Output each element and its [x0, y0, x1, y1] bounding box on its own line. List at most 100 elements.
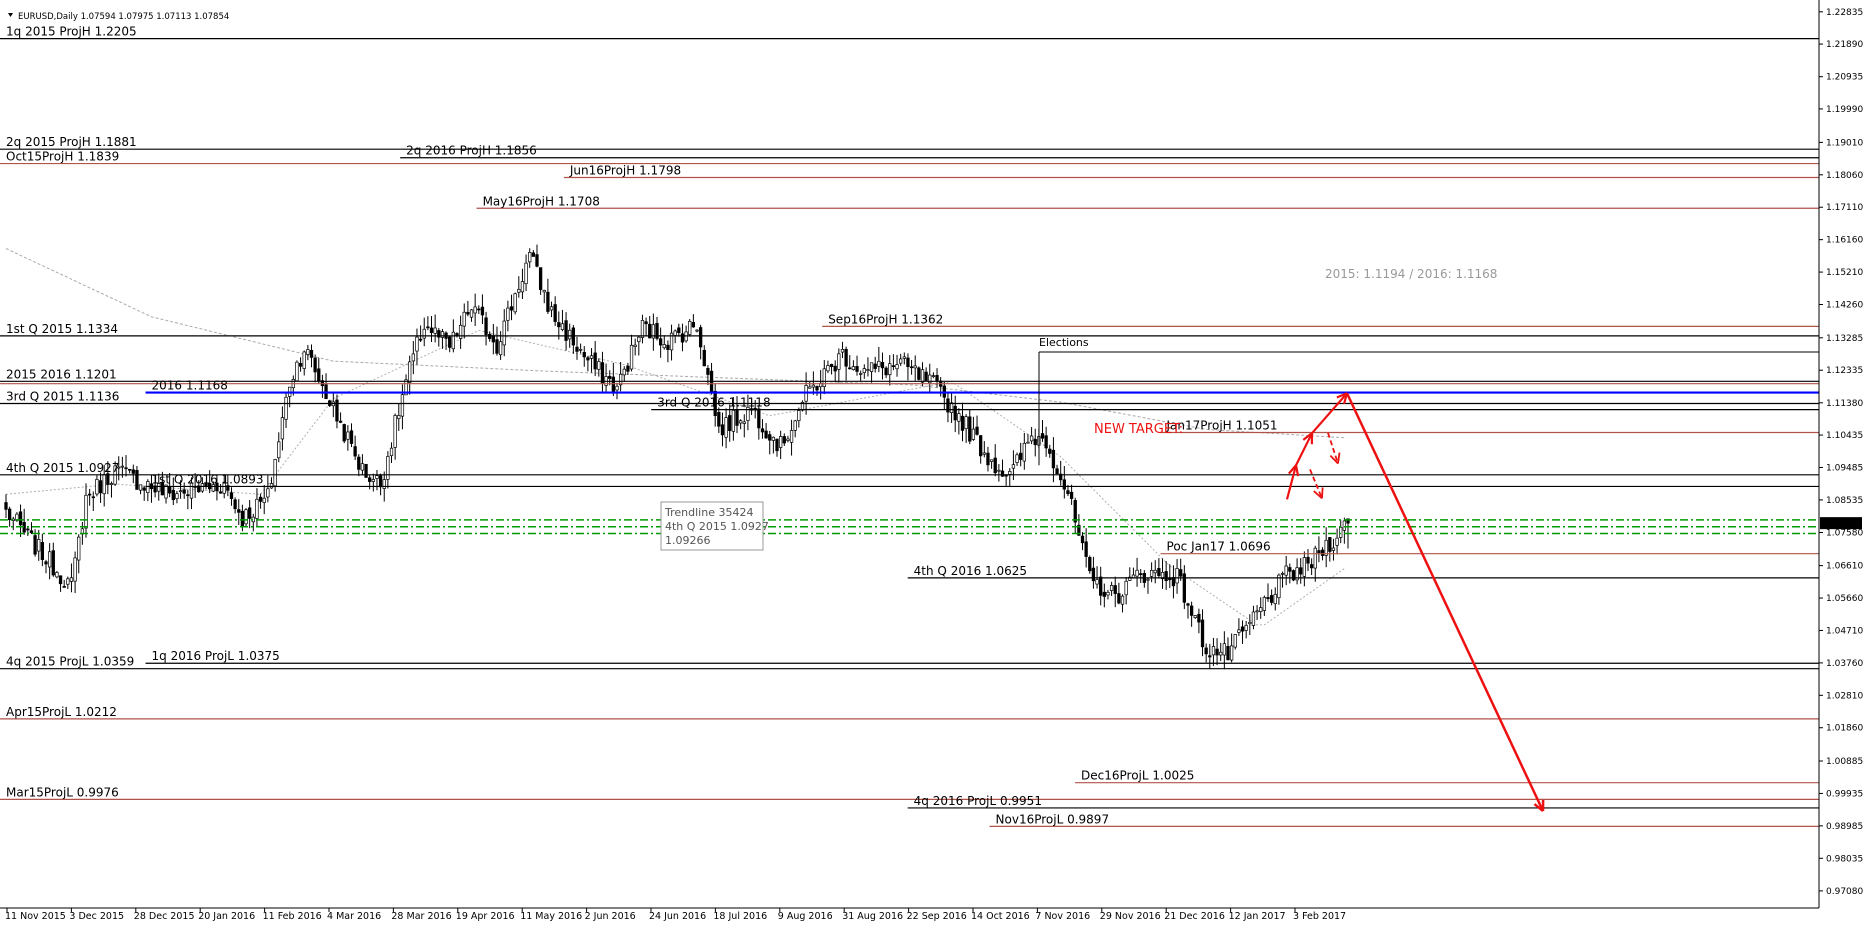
candle-body — [1164, 571, 1168, 582]
candle-body — [280, 417, 285, 440]
candle-body — [364, 463, 368, 478]
candle-body — [178, 490, 183, 493]
candle-body — [1171, 577, 1176, 587]
candle-body — [298, 363, 303, 367]
candle-body — [1084, 541, 1088, 557]
candle-body — [135, 469, 139, 490]
candle-body — [786, 438, 790, 441]
price-tick-label: 1.07580 — [1826, 529, 1863, 539]
date-tick-label: 28 Mar 2016 — [391, 911, 451, 922]
price-tick-label: 1.18060 — [1826, 171, 1863, 181]
candle-body — [1320, 549, 1325, 556]
candle-body — [1309, 564, 1314, 569]
candle-body — [273, 459, 277, 487]
trendline-tooltip: Trendline 35424 4th Q 2015 1.0927 1.0926… — [660, 501, 769, 551]
date-tick-label: 29 Nov 2016 — [1100, 911, 1161, 922]
price-tick-label: 1.22835 — [1826, 8, 1863, 18]
level-label: Poc Jan17 1.0696 — [1167, 540, 1271, 554]
candle-body — [1244, 624, 1248, 631]
candle-body — [233, 499, 237, 510]
candle-body — [295, 361, 299, 382]
candle-body — [1153, 569, 1157, 574]
elections-label: Elections — [1039, 336, 1089, 349]
candle-body — [87, 493, 92, 496]
candle-body — [146, 481, 150, 493]
candle-body — [695, 329, 699, 332]
candle-body — [229, 492, 234, 499]
candle-body — [597, 361, 601, 370]
candle-body — [55, 572, 59, 578]
candle-body — [553, 304, 557, 322]
candle-body — [4, 502, 8, 510]
price-tick-label: 1.11380 — [1826, 399, 1863, 409]
date-tick-label: 14 Oct 2016 — [971, 911, 1030, 922]
candle-body — [1175, 568, 1179, 584]
candle-body — [1197, 613, 1201, 623]
candle-body — [284, 396, 288, 420]
candle-body — [637, 336, 641, 343]
candle-body — [408, 361, 412, 383]
candle-body — [1157, 568, 1161, 576]
tooltip-line-1: Trendline 35424 — [664, 506, 753, 519]
candle-body — [262, 497, 266, 503]
price-tick-label: 1.00885 — [1826, 757, 1863, 767]
price-tick-label: 1.14260 — [1826, 301, 1863, 311]
candle-body — [979, 435, 983, 457]
candle-body — [37, 539, 41, 552]
candle-body — [949, 402, 954, 413]
price-tick-label: 1.04710 — [1826, 626, 1863, 636]
candle-body — [1022, 442, 1026, 462]
candle-body — [960, 415, 965, 431]
candle-body — [1186, 603, 1190, 606]
candle-body — [77, 536, 81, 561]
candle-body — [899, 358, 903, 364]
date-tick-label: 11 Feb 2016 — [263, 911, 322, 922]
candle-body — [1284, 565, 1288, 576]
candle-body — [462, 311, 466, 327]
candle-body — [1269, 595, 1274, 603]
candle-body — [473, 306, 477, 314]
candle-body — [186, 494, 190, 497]
candle-body — [495, 339, 499, 354]
candle-body — [644, 321, 648, 325]
candle-body — [764, 430, 768, 439]
candle-body — [469, 309, 474, 318]
candle — [688, 318, 692, 337]
candle-body — [542, 289, 546, 293]
candle-body — [833, 365, 837, 372]
candle-body — [397, 415, 401, 419]
candle-body — [920, 369, 925, 383]
level-label: 2016 1.1168 — [152, 379, 228, 393]
candle-body — [524, 262, 528, 285]
candle-body — [84, 494, 88, 529]
candle-body — [1066, 490, 1070, 494]
candle-body — [964, 416, 968, 429]
candle-body — [477, 308, 481, 311]
candle-body — [480, 306, 485, 316]
candle-body — [913, 365, 917, 369]
candle-body — [218, 491, 223, 494]
candle-body — [989, 459, 994, 462]
candle-body — [589, 355, 594, 359]
candle-body — [1302, 557, 1307, 577]
candle-body — [986, 452, 990, 466]
candle-body — [368, 477, 372, 482]
date-tick-label: 20 Jan 2016 — [198, 911, 255, 922]
level-label: 1st Q 2015 1.1334 — [6, 322, 118, 336]
candle-body — [884, 367, 888, 376]
candle-body — [44, 561, 48, 565]
candle-body — [400, 394, 405, 417]
price-tick-label: 1.12335 — [1826, 366, 1863, 376]
candle-body — [1331, 547, 1336, 551]
candle-body — [517, 288, 521, 293]
candle-body — [1273, 593, 1277, 605]
candle-body — [1299, 567, 1303, 575]
candle-body — [586, 357, 590, 361]
candle-body — [662, 344, 666, 349]
candle-body — [622, 368, 626, 376]
candle-body — [1102, 591, 1106, 597]
price-tick-label: 1.02810 — [1826, 691, 1863, 701]
candle-body — [1011, 464, 1016, 469]
price-chart[interactable]: 1q 2015 ProjH 1.2205 2q 2015 ProjH 1.1881… — [0, 0, 1863, 930]
candle-body — [688, 321, 692, 335]
